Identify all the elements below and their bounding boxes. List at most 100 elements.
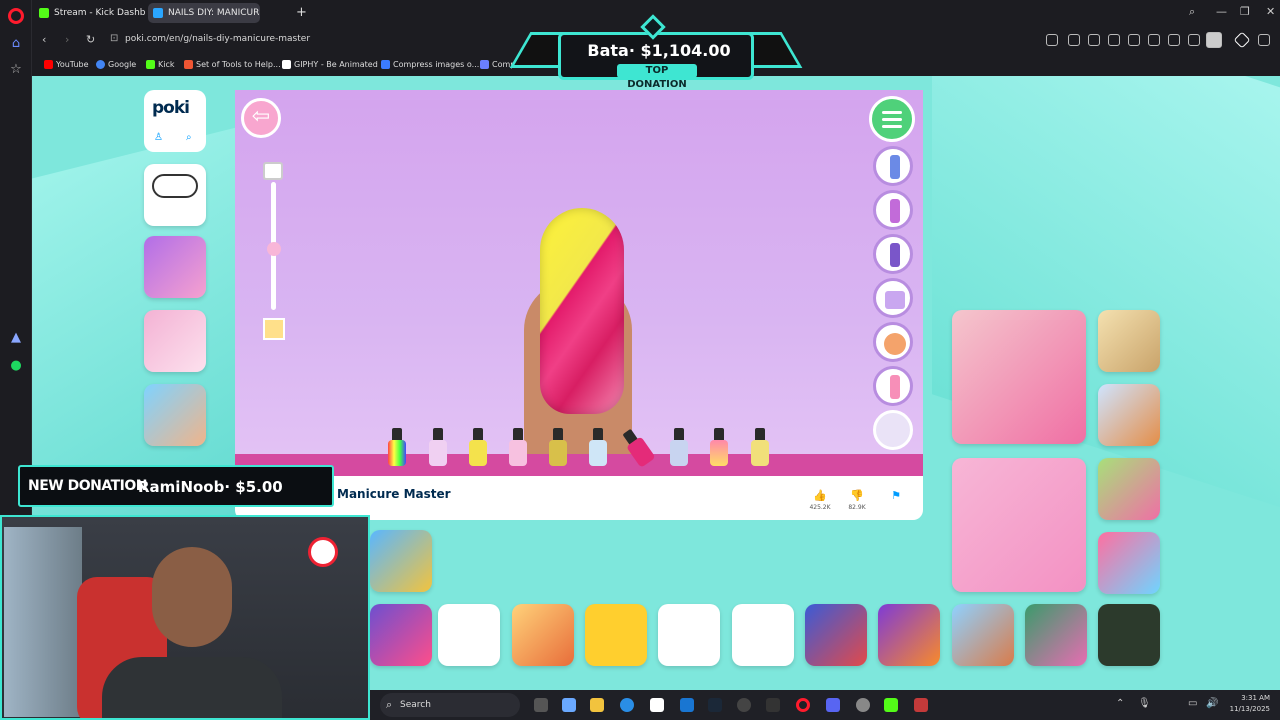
user-icon[interactable]: ♙ — [154, 132, 163, 143]
tool-polish-blue[interactable] — [873, 146, 913, 186]
copilot-icon[interactable] — [562, 698, 576, 712]
kick-icon[interactable] — [884, 698, 898, 712]
forward-icon[interactable]: › — [65, 33, 69, 46]
game-thumbnail[interactable] — [1098, 604, 1160, 666]
game-thumbnail-large[interactable] — [952, 458, 1086, 592]
bookmark-compress[interactable]: Compress images o... — [381, 60, 479, 69]
game-thumbnail[interactable] — [952, 604, 1014, 666]
bookmark-youtube[interactable]: YouTube — [44, 60, 89, 69]
tab-nails-diy[interactable]: NAILS DIY: MANICUR — [148, 3, 260, 23]
4k-icon[interactable] — [737, 698, 751, 712]
app-icon[interactable] — [766, 698, 780, 712]
game-thumbnail[interactable] — [878, 604, 940, 666]
bookmark-giphy[interactable]: GIPHY - Be Animated — [282, 60, 378, 69]
aria-icon[interactable]: ▲ — [8, 330, 24, 346]
game-canvas[interactable]: ⇦ — [235, 90, 923, 476]
polish-bottle[interactable] — [508, 428, 528, 468]
toolbar-icon[interactable] — [1068, 34, 1080, 46]
tool-sticker[interactable] — [873, 322, 913, 362]
game-thumbnail[interactable] — [370, 530, 432, 592]
toolbar-icon[interactable] — [1128, 34, 1140, 46]
back-arrow-button[interactable]: ⇦ — [241, 98, 281, 138]
polish-bottle[interactable] — [387, 428, 407, 468]
toolbar-icon[interactable] — [1108, 34, 1120, 46]
polish-bottle[interactable] — [468, 428, 488, 468]
url-field[interactable]: poki.com/en/g/nails-diy-manicure-master — [125, 34, 310, 44]
menu-icon[interactable] — [1188, 34, 1200, 46]
polish-bottle[interactable] — [548, 428, 568, 468]
bookmark-google[interactable]: Google — [96, 60, 136, 69]
vpn-icon[interactable] — [1233, 31, 1251, 49]
report-flag-icon[interactable]: ⚑ — [881, 489, 911, 502]
game-thumbnail[interactable] — [1025, 604, 1087, 666]
eraser-icon[interactable] — [263, 162, 283, 180]
color-swatch[interactable] — [263, 318, 285, 340]
store-icon[interactable] — [650, 698, 664, 712]
game-thumbnail[interactable] — [1098, 384, 1160, 446]
profile-avatar[interactable] — [1206, 32, 1222, 48]
toolbar-icon[interactable] — [1046, 34, 1058, 46]
home-icon[interactable]: ⌂ — [8, 36, 24, 52]
edge-icon[interactable] — [620, 698, 634, 712]
lock-icon[interactable]: ⊡ — [110, 33, 118, 44]
tool-polish-dark[interactable] — [873, 234, 913, 274]
tab-kick-dashboard[interactable]: Stream - Kick Dashboard — [34, 3, 146, 23]
game-thumbnail[interactable] — [370, 604, 432, 666]
polish-bottle[interactable] — [669, 428, 689, 468]
app-icon[interactable] — [914, 698, 928, 712]
opera-logo-icon[interactable] — [8, 8, 24, 24]
tool-polish-purple[interactable] — [873, 190, 913, 230]
game-thumbnail[interactable] — [144, 384, 206, 446]
taskbar-clock[interactable]: 3:31 AM 11/13/2025 — [1230, 693, 1270, 715]
tool-flamingo[interactable] — [873, 366, 913, 406]
new-tab-plus-icon[interactable]: + — [296, 5, 307, 20]
spotify-icon[interactable]: ● — [8, 358, 24, 374]
game-thumbnail[interactable] — [732, 604, 794, 666]
opera-icon[interactable] — [796, 698, 810, 712]
tool-pattern[interactable] — [873, 278, 913, 318]
game-thumbnail-large[interactable] — [952, 310, 1086, 444]
maximize-icon[interactable]: ❐ — [1240, 5, 1250, 18]
network-icon[interactable]: ▭ — [1188, 698, 1197, 709]
file-explorer-icon[interactable] — [590, 698, 604, 712]
painted-nail[interactable] — [540, 208, 624, 414]
microphone-icon[interactable]: 🎙 — [1138, 698, 1151, 709]
volume-icon[interactable]: 🔊 — [1206, 698, 1218, 709]
brush-size-slider[interactable] — [263, 162, 283, 312]
bookmark-tools[interactable]: Set of Tools to Help... — [184, 60, 281, 69]
poki-logo[interactable]: poki ♙ ⌕ — [144, 90, 206, 152]
back-icon[interactable]: ‹ — [42, 33, 46, 46]
polish-bottle[interactable] — [428, 428, 448, 468]
close-window-icon[interactable]: ✕ — [1266, 5, 1275, 18]
game-thumbnail[interactable] — [1098, 310, 1160, 372]
polish-bottle[interactable] — [709, 428, 729, 468]
taskbar-search[interactable]: Search — [380, 693, 520, 717]
minimize-icon[interactable]: — — [1216, 5, 1227, 18]
obs-icon[interactable] — [856, 698, 870, 712]
discord-icon[interactable] — [826, 698, 840, 712]
game-thumbnail[interactable] — [144, 236, 206, 298]
heart-icon[interactable] — [1148, 34, 1160, 46]
reload-icon[interactable]: ↻ — [86, 33, 95, 46]
game-thumbnail[interactable] — [805, 604, 867, 666]
hamburger-menu-button[interactable] — [869, 96, 915, 142]
slider-knob[interactable] — [267, 242, 281, 256]
bookmark-kick[interactable]: Kick — [146, 60, 175, 69]
search-tabs-icon[interactable]: ⌕ — [1189, 5, 1195, 19]
dislike-button[interactable]: 👎 82.9K — [842, 489, 872, 511]
search-icon[interactable]: ⌕ — [186, 132, 192, 143]
game-thumbnail[interactable] — [1098, 532, 1160, 594]
settings-icon[interactable] — [1258, 34, 1270, 46]
game-thumbnail[interactable] — [438, 604, 500, 666]
task-view-icon[interactable] — [534, 698, 548, 712]
polish-bottle[interactable] — [588, 428, 608, 468]
polish-bottle[interactable] — [750, 428, 770, 468]
star-icon[interactable]: ☆ — [8, 62, 24, 78]
camera-icon[interactable] — [1088, 34, 1100, 46]
download-icon[interactable] — [1168, 34, 1180, 46]
steam-icon[interactable] — [708, 698, 722, 712]
game-thumbnail[interactable] — [585, 604, 647, 666]
game-thumbnail[interactable] — [658, 604, 720, 666]
tray-chevron-icon[interactable]: ⌃ — [1116, 698, 1124, 709]
like-button[interactable]: 👍 425.2K — [805, 489, 835, 511]
